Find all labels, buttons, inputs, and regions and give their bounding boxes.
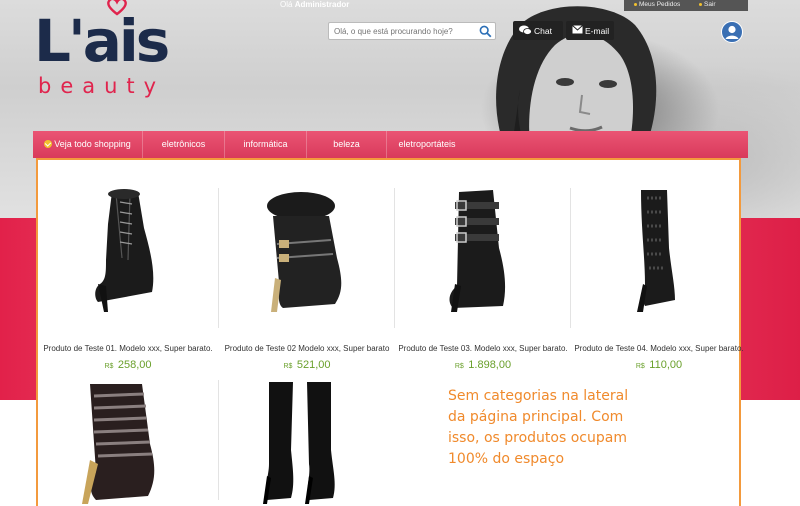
product-image[interactable] (395, 188, 571, 316)
product-name[interactable]: Produto de Teste 03. Modelo xxx, Super b… (395, 344, 571, 353)
nav-item-beauty[interactable]: beleza (307, 131, 387, 158)
product-image[interactable] (40, 380, 216, 506)
product-name[interactable]: Produto de Teste 04. Modelo xxx, Super b… (571, 344, 747, 353)
user-greeting: Olá Administrador (280, 0, 349, 10)
user-avatar-icon[interactable] (721, 21, 743, 43)
product-name[interactable]: Produto de Teste 01. Modelo xxx, Super b… (40, 344, 216, 353)
currency-symbol: R$ (104, 363, 114, 370)
chat-button[interactable]: Chat (513, 21, 563, 40)
annotation-line: 100% do espaço (448, 451, 565, 467)
nav-item-informatics[interactable]: informática (225, 131, 307, 158)
greeting-username: Administrador (294, 0, 350, 9)
nav-item-all-shopping[interactable]: Veja todo shopping (33, 131, 143, 158)
product-image[interactable] (571, 188, 747, 316)
nav-label: eletrônicos (161, 139, 206, 149)
email-label: E-mail (585, 26, 610, 36)
logo-subtitle: beauty (38, 74, 166, 98)
chat-bubble-icon (519, 25, 532, 35)
nav-label: beleza (333, 139, 360, 149)
annotation-line: isso, os produtos ocupam (448, 430, 627, 446)
price-value: 521,00 (296, 359, 331, 371)
annotation-line: Sem categorias na lateral (448, 388, 629, 404)
nav-label: informática (243, 139, 288, 149)
product-image[interactable] (40, 188, 216, 316)
currency-symbol: R$ (283, 363, 293, 370)
logout-link[interactable]: Sair (699, 0, 716, 9)
price-value: 258,00 (117, 359, 152, 371)
nav-label: eletroportáteis (398, 139, 456, 149)
product-price: R$ 521,00 (219, 355, 395, 373)
nav-label: Veja todo shopping (54, 139, 131, 149)
my-orders-label: Meus Pedidos (639, 1, 681, 8)
annotation-line: da página principal. Com (448, 409, 624, 425)
logout-label: Sair (704, 1, 716, 8)
price-value: 1.898,00 (468, 359, 512, 371)
search-icon[interactable] (479, 25, 492, 38)
product-price: R$ 110,00 (571, 355, 747, 373)
product-panel: Produto de Teste 01. Modelo xxx, Super b… (36, 158, 744, 506)
nav-item-appliances[interactable]: eletroportáteis (387, 131, 467, 158)
annotation-note: Sem categorias na lateral da página prin… (448, 386, 638, 470)
account-bar: Meus Pedidos Sair (624, 0, 748, 11)
product-image[interactable] (219, 188, 395, 316)
product-price: R$ 258,00 (40, 355, 216, 373)
checkmark-icon (44, 140, 53, 148)
product-price: R$ 1.898,00 (395, 355, 571, 373)
currency-symbol: R$ (454, 363, 464, 370)
chat-label: Chat (534, 26, 552, 36)
nav-item-electronics[interactable]: eletrônicos (143, 131, 225, 158)
product-name[interactable]: Produto de Teste 02 Modelo xxx, Super ba… (219, 344, 395, 353)
currency-symbol: R$ (635, 363, 645, 370)
search-box (328, 22, 496, 40)
envelope-icon (572, 25, 583, 34)
brand-logo[interactable]: L'ais beauty (34, 0, 170, 100)
price-value: 110,00 (649, 359, 683, 371)
logo-wordmark: L'ais (34, 7, 170, 75)
product-image[interactable] (219, 380, 395, 506)
category-nav: Veja todo shopping eletrônicos informáti… (33, 131, 748, 158)
greeting-prefix: Olá (280, 0, 293, 9)
email-button[interactable]: E-mail (566, 21, 614, 40)
my-orders-link[interactable]: Meus Pedidos (634, 0, 680, 9)
search-input[interactable] (334, 25, 472, 38)
